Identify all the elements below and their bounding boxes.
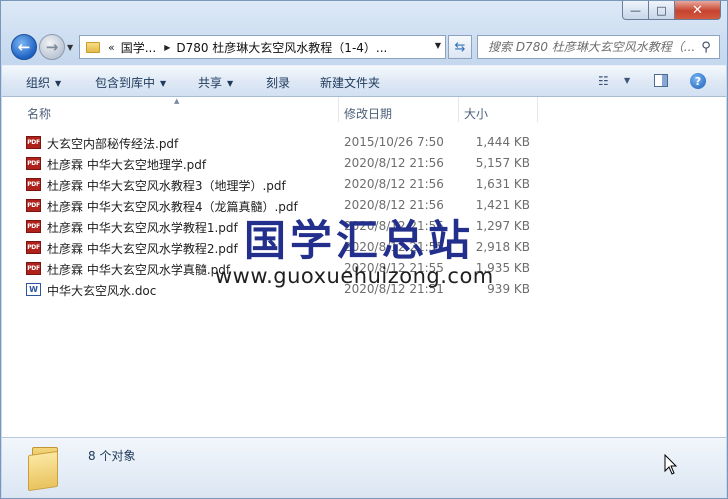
watermark-title: 国学汇总站 (244, 216, 475, 265)
explorer-window: — □ ✕ ← → ▼ « 国学... ▶ D780 杜彦琳大玄空风水教程（1-… (0, 0, 728, 499)
file-name: 中华大玄空风水.doc (47, 284, 157, 298)
include-in-library-menu[interactable]: 包含到库中 ▼ (95, 74, 166, 91)
column-divider[interactable] (537, 97, 538, 122)
preview-pane-icon[interactable] (654, 74, 668, 87)
mouse-cursor-icon (664, 454, 678, 475)
file-size: 1,631 KB (475, 177, 530, 191)
forward-button[interactable]: → (39, 34, 65, 60)
file-size: 5,157 KB (475, 156, 530, 170)
column-divider[interactable] (458, 97, 459, 122)
pdf-file-icon: PDF (26, 262, 41, 275)
column-date-header[interactable]: 修改日期 (344, 105, 392, 122)
file-date: 2020/8/12 21:56 (344, 177, 444, 191)
file-name: 大玄空内部秘传经法.pdf (47, 137, 179, 151)
watermark-url: www.guoxuehuizong.com (215, 264, 494, 288)
folder-icon (26, 447, 62, 492)
minimize-button[interactable]: — (622, 1, 649, 20)
folder-icon (86, 41, 100, 53)
caption-buttons: — □ ✕ (622, 1, 721, 20)
file-name: 杜彦霖 中华大玄空风水学真髓.pdf (47, 263, 231, 277)
word-doc-icon: W (26, 283, 41, 296)
title-bar: — □ ✕ (1, 1, 727, 31)
file-name: 杜彦霖 中华大玄空风水教程3（地理学）.pdf (47, 179, 286, 193)
breadcrumb-segment-current[interactable]: D780 杜彦琳大玄空风水教程（1-4）... (176, 39, 387, 56)
maximize-button[interactable]: □ (649, 1, 675, 20)
back-arrow-icon: ← (17, 38, 31, 56)
chevron-down-icon: ▼ (55, 79, 62, 88)
search-icon[interactable]: ⚲ (697, 40, 715, 55)
chevron-down-icon: ▼ (227, 79, 234, 88)
forward-arrow-icon: → (45, 38, 59, 56)
pdf-file-icon: PDF (26, 241, 41, 254)
refresh-icon: ⇆ (454, 39, 466, 55)
organize-menu[interactable]: 组织 ▼ (26, 74, 61, 91)
help-icon[interactable]: ? (690, 73, 706, 89)
address-overflow-chevron[interactable]: « (108, 41, 115, 54)
navigation-bar: ← → ▼ « 国学... ▶ D780 杜彦琳大玄空风水教程（1-4）... … (1, 31, 727, 63)
organize-label: 组织 (26, 76, 51, 90)
pdf-file-icon: PDF (26, 157, 41, 170)
file-size: 1,444 KB (475, 135, 530, 149)
file-date: 2015/10/26 7:50 (344, 135, 444, 149)
file-date: 2020/8/12 21:56 (344, 156, 444, 170)
column-name-header[interactable]: 名称 (27, 105, 51, 122)
item-count: 8 个对象 (88, 449, 136, 463)
breadcrumb-segment[interactable]: 国学... (121, 39, 156, 56)
pdf-file-icon: PDF (26, 199, 41, 212)
file-row[interactable]: PDF 杜彦霖 中华大玄空风水教程3（地理学）.pdf 2020/8/12 21… (2, 174, 726, 195)
pdf-file-icon: PDF (26, 220, 41, 233)
pdf-file-icon: PDF (26, 178, 41, 191)
burn-button[interactable]: 刻录 (266, 74, 290, 91)
sort-ascending-icon: ▲ (174, 97, 180, 105)
file-name: 杜彦霖 中华大玄空风水学教程2.pdf (47, 242, 238, 256)
pdf-file-icon: PDF (26, 136, 41, 149)
file-row[interactable]: PDF 大玄空内部秘传经法.pdf 2015/10/26 7:50 1,444 … (2, 132, 726, 153)
refresh-button[interactable]: ⇆ (448, 35, 472, 59)
view-details-icon[interactable]: ☷ (598, 74, 616, 88)
recent-pages-dropdown-icon[interactable]: ▼ (67, 43, 76, 52)
column-divider[interactable] (338, 97, 339, 122)
command-bar: 组织 ▼ 包含到库中 ▼ 共享 ▼ 刻录 新建文件夹 ☷ ▼ ? (2, 65, 726, 97)
share-label: 共享 (198, 76, 223, 90)
search-box[interactable]: ⚲ (477, 35, 720, 59)
details-pane: 8 个对象 (2, 437, 726, 498)
address-bar[interactable]: « 国学... ▶ D780 杜彦琳大玄空风水教程（1-4）... ▼ (79, 35, 446, 59)
search-input[interactable] (486, 39, 697, 55)
back-button[interactable]: ← (11, 34, 37, 60)
file-row[interactable]: PDF 杜彦霖 中华大玄空地理学.pdf 2020/8/12 21:56 5,1… (2, 153, 726, 174)
file-name: 杜彦霖 中华大玄空风水学教程1.pdf (47, 221, 238, 235)
file-name: 杜彦霖 中华大玄空地理学.pdf (47, 158, 207, 172)
close-button[interactable]: ✕ (675, 1, 721, 20)
share-menu[interactable]: 共享 ▼ (198, 74, 233, 91)
chevron-down-icon: ▼ (160, 79, 167, 88)
breadcrumb-separator-icon[interactable]: ▶ (164, 43, 170, 52)
column-size-header[interactable]: 大小 (464, 105, 488, 122)
column-header: ▲ 名称 修改日期 大小 (2, 97, 726, 122)
view-dropdown-icon[interactable]: ▼ (624, 76, 630, 85)
include-in-library-label: 包含到库中 (95, 76, 156, 90)
new-folder-button[interactable]: 新建文件夹 (320, 74, 380, 91)
address-dropdown-icon[interactable]: ▼ (435, 41, 441, 50)
